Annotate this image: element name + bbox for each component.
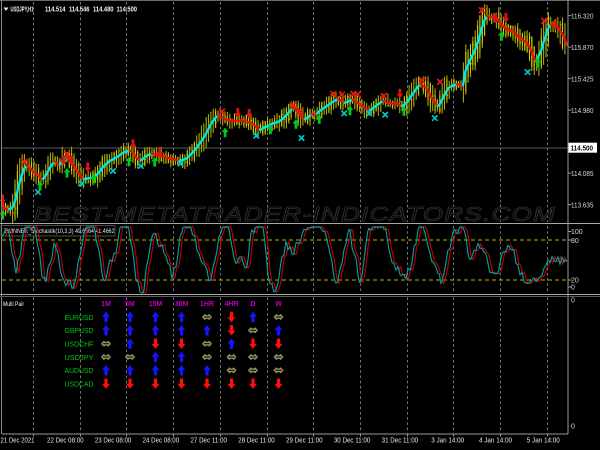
svg-text:5 Jan 14:00: 5 Jan 14:00: [527, 438, 560, 445]
svg-text:USDCAD: USDCAD: [65, 380, 94, 389]
svg-text:W: W: [275, 301, 282, 308]
svg-text:114.480: 114.480: [93, 7, 114, 14]
svg-text:114.500: 114.500: [571, 146, 594, 153]
svg-text:29 Dec 11:00: 29 Dec 11:00: [286, 438, 323, 445]
svg-text:0: 0: [571, 423, 575, 430]
svg-text:5M: 5M: [125, 301, 135, 308]
svg-text:USDJPY: USDJPY: [65, 353, 94, 362]
svg-text:115.870: 115.870: [571, 45, 594, 52]
svg-text:AUDUSD: AUDUSD: [65, 366, 94, 375]
svg-text:31 Dec 11:00: 31 Dec 11:00: [382, 438, 419, 445]
svg-text:4HR: 4HR: [224, 301, 238, 308]
svg-text:1M: 1M: [101, 301, 111, 308]
svg-text:22 Dec 08:00: 22 Dec 08:00: [47, 438, 84, 445]
svg-text:1HR: 1HR: [200, 301, 214, 308]
svg-text:4 Jan 14:00: 4 Jan 14:00: [479, 438, 512, 445]
svg-text:114.514: 114.514: [45, 7, 66, 14]
svg-text:EURUSD: EURUSD: [65, 313, 94, 322]
svg-text:21 Dec 2021: 21 Dec 2021: [1, 438, 35, 445]
svg-text:28 Dec 11:00: 28 Dec 11:00: [238, 438, 275, 445]
svg-text:USDJPY,H1: USDJPY,H1: [11, 7, 34, 14]
svg-text:0: 0: [571, 285, 575, 292]
svg-text:USDCHF: USDCHF: [65, 340, 95, 349]
svg-text:D: D: [250, 301, 255, 308]
svg-text:115.425: 115.425: [571, 76, 594, 83]
svg-text:113.635: 113.635: [571, 202, 594, 209]
svg-text:30M: 30M: [175, 301, 189, 308]
svg-text:3 Jan 14:00: 3 Jan 14:00: [431, 438, 464, 445]
svg-text:27 Dec 11:00: 27 Dec 11:00: [190, 438, 227, 445]
svg-text:114.500: 114.500: [117, 7, 138, 14]
svg-text:116.320: 116.320: [571, 13, 594, 20]
svg-text:100: 100: [571, 229, 583, 236]
svg-text:23 Dec 08:00: 23 Dec 08:00: [95, 438, 132, 445]
svg-text:80: 80: [571, 238, 579, 245]
svg-text:20: 20: [571, 278, 579, 285]
svg-text:Multi Pair: Multi Pair: [3, 301, 25, 308]
svg-text:GBPUSD: GBPUSD: [65, 326, 94, 335]
svg-text:24 Dec 08:00: 24 Dec 08:00: [143, 438, 180, 445]
svg-text:15M: 15M: [149, 301, 163, 308]
svg-text:BEST-METATRADER-INDICATORS.COM: BEST-METATRADER-INDICATORS.COM: [34, 204, 556, 226]
svg-text:114.546: 114.546: [69, 7, 90, 14]
svg-text:114.085: 114.085: [571, 171, 594, 178]
svg-text:30 Dec 11:00: 30 Dec 11:00: [334, 438, 371, 445]
svg-text:0: 0: [571, 297, 575, 304]
svg-text:114.980: 114.980: [571, 108, 594, 115]
